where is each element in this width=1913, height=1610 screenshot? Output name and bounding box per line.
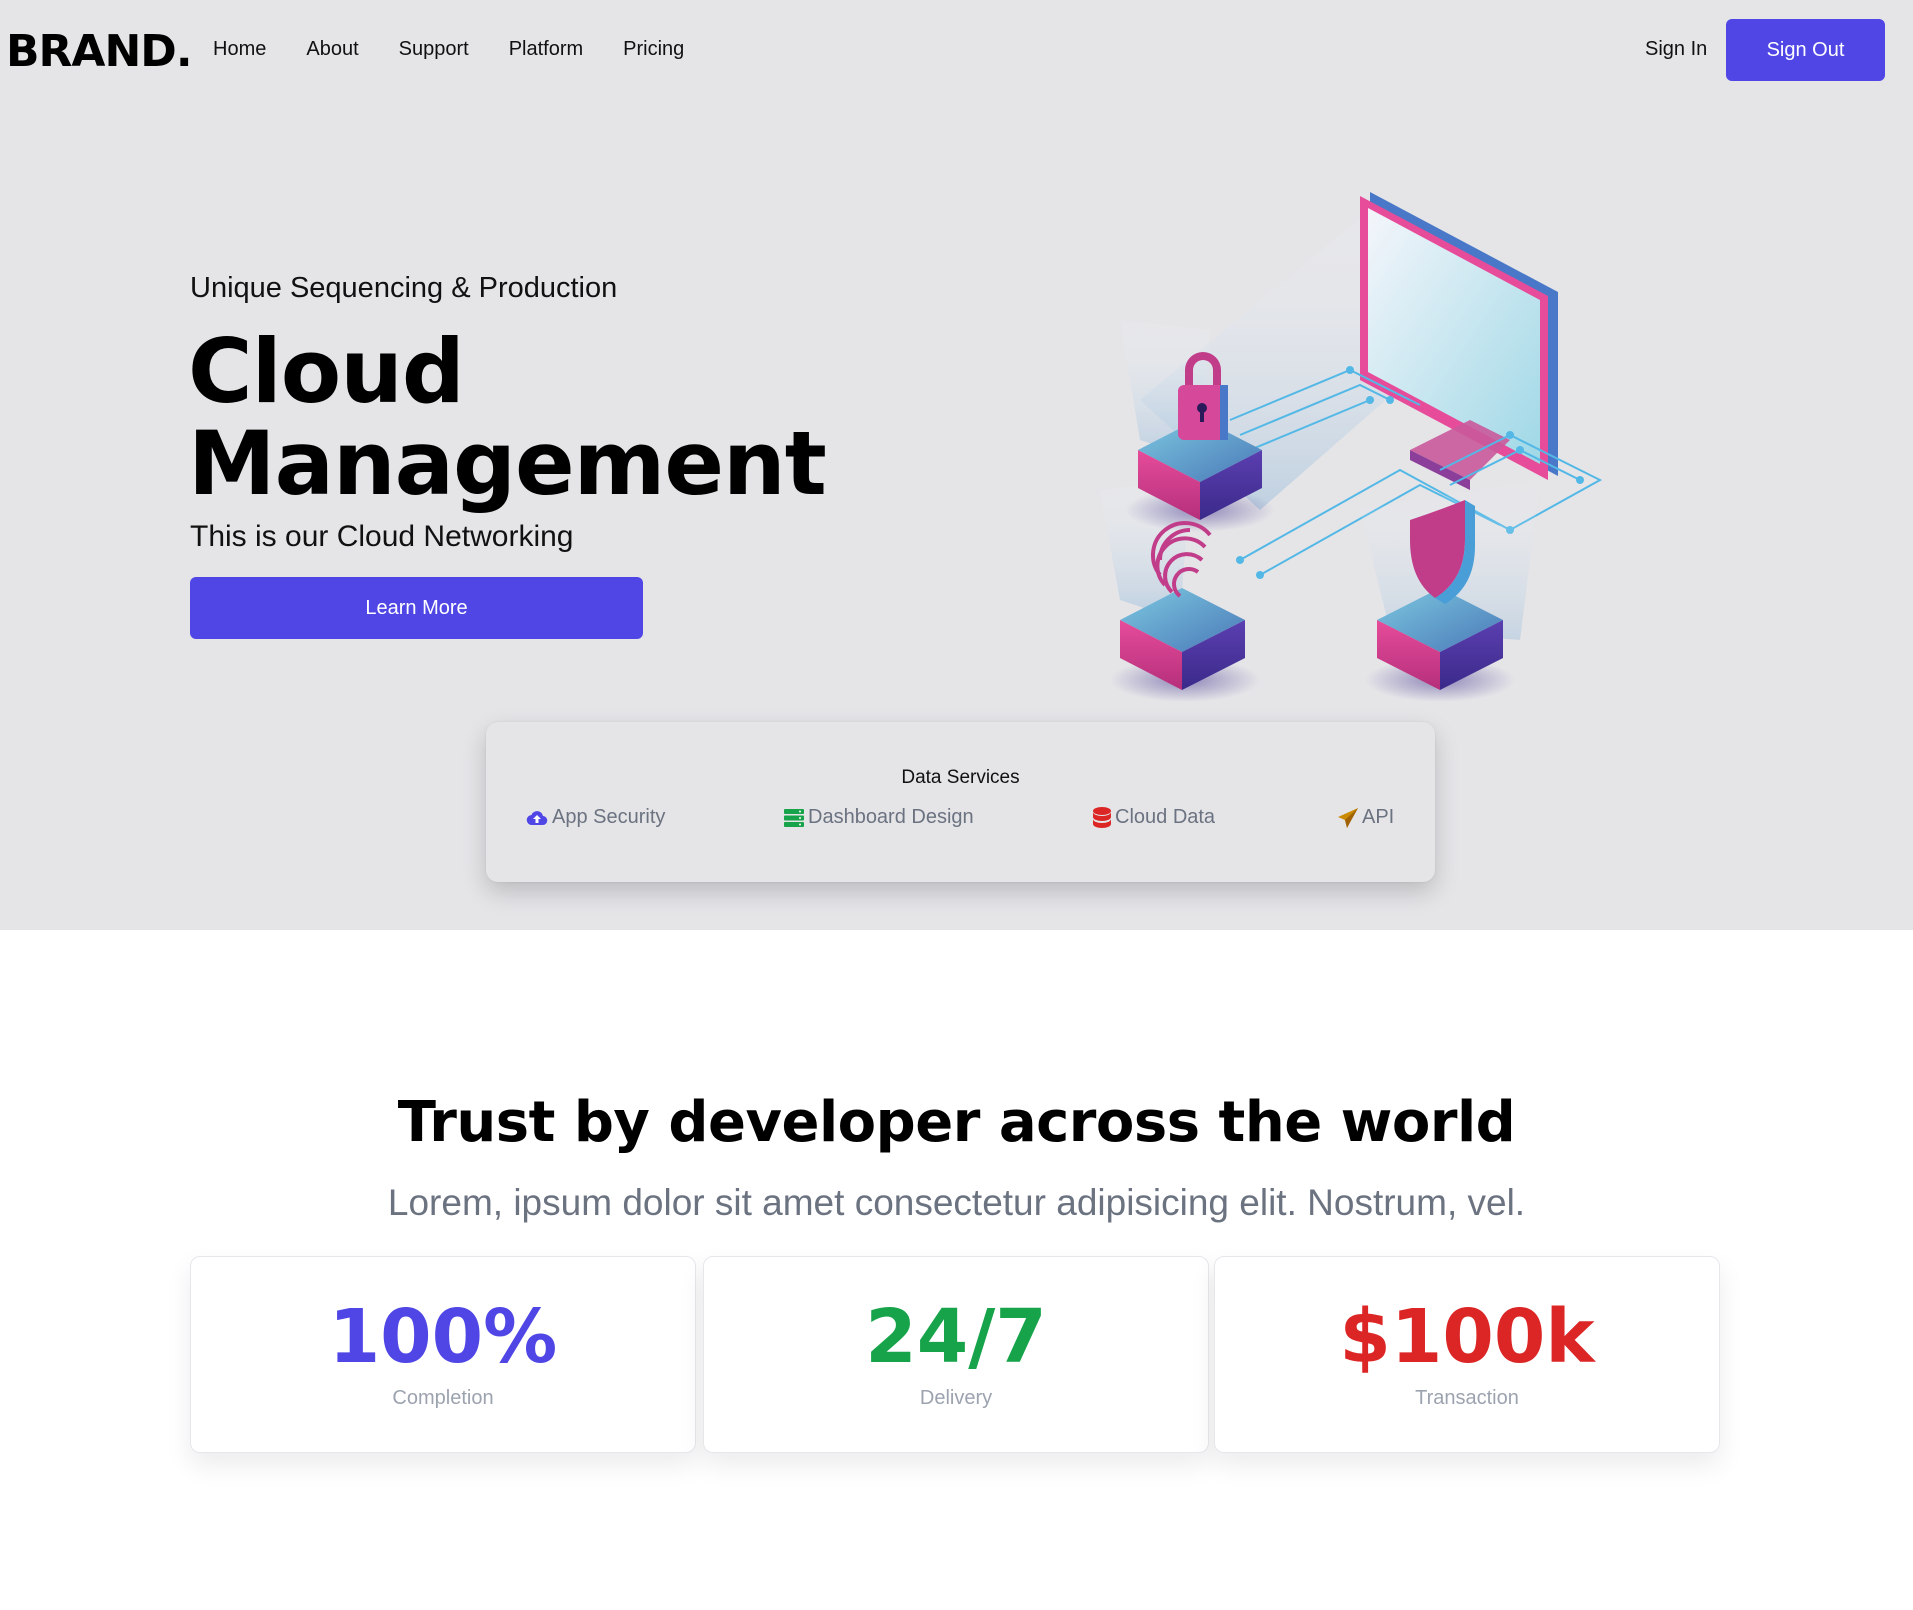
hero-title: Cloud Management (188, 320, 827, 515)
trust-subtitle: Lorem, ipsum dolor sit amet consectetur … (387, 1182, 1526, 1223)
service-label: App Security (552, 806, 666, 828)
stat-label: Completion (392, 1387, 494, 1409)
service-label: Dashboard Design (808, 806, 974, 828)
stat-value: 100% (328, 1294, 558, 1380)
database-icon (1093, 806, 1111, 829)
top-nav: BRAND. Home About Support Platform Prici… (0, 0, 1913, 102)
hero-subtitle: This is our Cloud Networking (190, 520, 574, 553)
server-icon (784, 808, 804, 827)
nav-links: Home About Support Platform Pricing (213, 38, 684, 61)
service-dashboard-design[interactable]: Dashboard Design (784, 806, 974, 829)
trust-title: Trust by developer across the world (397, 1090, 1516, 1155)
sign-in-link[interactable]: Sign In (1645, 38, 1707, 61)
stat-label: Transaction (1415, 1387, 1519, 1409)
learn-more-button[interactable]: Learn More (190, 577, 643, 639)
nav-link-platform[interactable]: Platform (509, 38, 583, 61)
stat-card-completion: 100% Completion (190, 1256, 696, 1453)
service-label: API (1362, 806, 1395, 828)
service-api[interactable]: API (1338, 806, 1394, 829)
cloud-upload-icon (526, 809, 548, 827)
hero-title-line-1: Cloud (188, 320, 465, 423)
stat-card-transaction: $100k Transaction (1214, 1256, 1720, 1453)
sign-out-button[interactable]: Sign Out (1726, 19, 1885, 81)
paper-plane-icon (1338, 807, 1358, 828)
nav-link-about[interactable]: About (306, 38, 358, 61)
stat-label: Delivery (919, 1387, 993, 1409)
hero-section: BRAND. Home About Support Platform Prici… (0, 0, 1913, 930)
stat-card-delivery: 24/7 Delivery (703, 1256, 1209, 1453)
service-label: Cloud Data (1115, 806, 1216, 828)
nav-link-support[interactable]: Support (399, 38, 469, 61)
hero-title-line-2: Management (188, 412, 827, 515)
data-services-card: Data Services App Security Dashboard Des… (486, 722, 1435, 882)
nav-link-home[interactable]: Home (213, 38, 266, 61)
stat-value: 24/7 (865, 1294, 1047, 1380)
stat-value: $100k (1339, 1294, 1595, 1380)
brand-logo[interactable]: BRAND. (6, 26, 193, 77)
service-cloud-data[interactable]: Cloud Data (1093, 806, 1215, 829)
hero-eyebrow: Unique Sequencing & Production (190, 272, 618, 304)
data-services-title: Data Services (901, 767, 1020, 788)
service-app-security[interactable]: App Security (526, 806, 665, 829)
nav-link-pricing[interactable]: Pricing (623, 38, 684, 61)
cloud-security-illustration (1100, 192, 1603, 702)
monitor-icon (1360, 192, 1558, 490)
